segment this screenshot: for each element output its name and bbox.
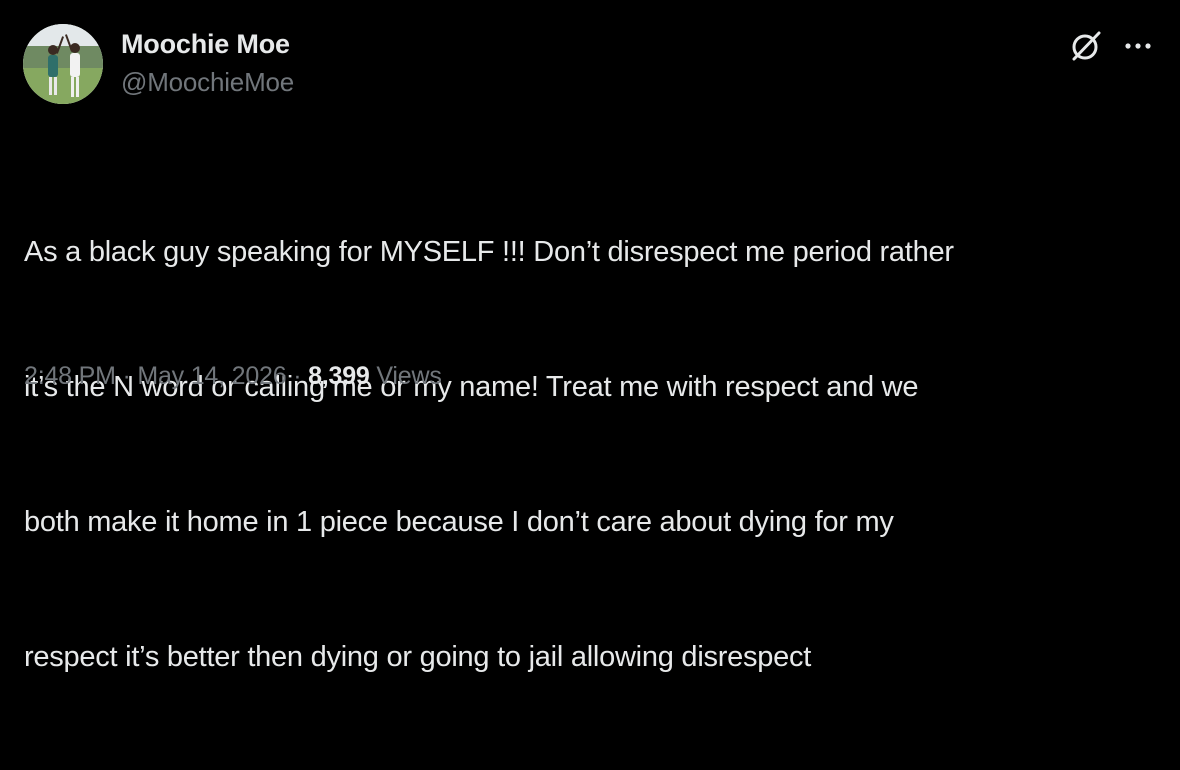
- avatar-image: [23, 24, 103, 104]
- tweet-text-line: both make it home in 1 piece because I d…: [24, 506, 894, 538]
- tweet-time[interactable]: 2:48 PM: [24, 362, 116, 390]
- more-options-icon[interactable]: [1120, 34, 1156, 58]
- tweet: Moochie Moe @MoochieMoe As a black guy s…: [0, 0, 1180, 673]
- grok-icon[interactable]: [1068, 28, 1104, 64]
- author-info: Moochie Moe @MoochieMoe: [121, 28, 294, 98]
- views-label: Views: [376, 362, 442, 390]
- grok-icon-glyph: [1072, 31, 1101, 61]
- meta-separator: ·: [122, 362, 131, 390]
- more-dots-glyph: [1125, 43, 1151, 49]
- tweet-text-line: As a black guy speaking for MYSELF !!! D…: [24, 236, 954, 268]
- views-count[interactable]: 8,399: [308, 362, 370, 390]
- tweet-date[interactable]: May 14, 2026: [137, 362, 286, 390]
- author-display-name[interactable]: Moochie Moe: [121, 28, 294, 60]
- meta-separator: ·: [293, 362, 302, 390]
- author-avatar[interactable]: [23, 24, 103, 104]
- tweet-meta: 2:48 PM · May 14, 2026 · 8,399 Views: [24, 361, 442, 391]
- author-handle[interactable]: @MoochieMoe: [121, 66, 294, 98]
- tweet-text-line: respect it’s better then dying or going …: [24, 641, 812, 673]
- tweet-text: As a black guy speaking for MYSELF !!! D…: [24, 140, 1159, 770]
